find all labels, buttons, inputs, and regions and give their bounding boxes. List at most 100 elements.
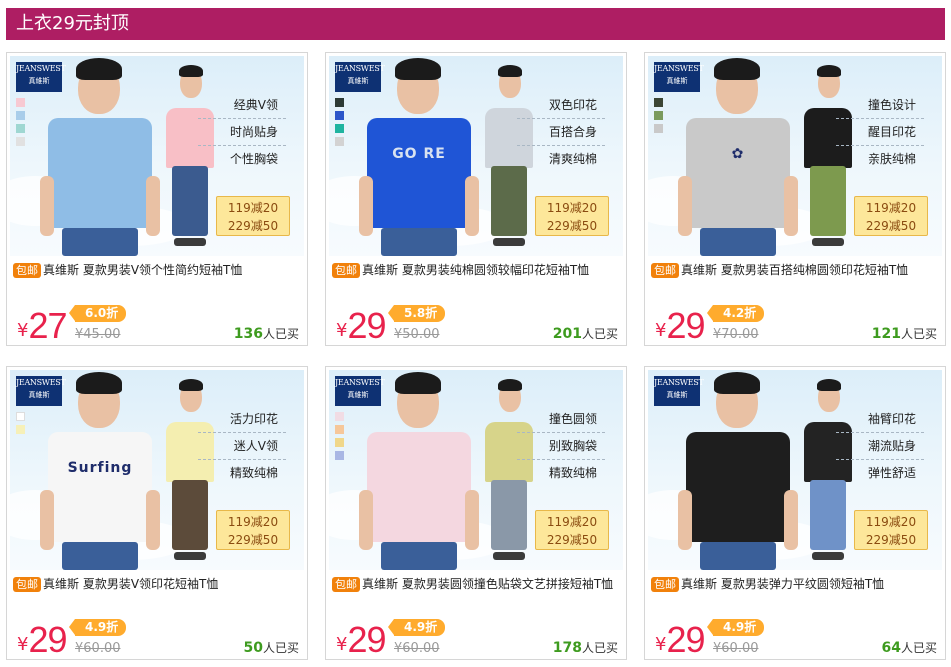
sold-number: 201 bbox=[552, 326, 582, 342]
product-title-row[interactable]: 包邮 真维斯 夏款男装V领印花短袖T恤 bbox=[13, 575, 305, 593]
sold-number: 136 bbox=[233, 326, 263, 342]
discount-badge: 4.2折 bbox=[706, 305, 765, 322]
product-title-row[interactable]: 包邮 真维斯 夏款男装圆领撞色贴袋文艺拼接短袖T恤 bbox=[332, 575, 624, 593]
original-price: ¥45.00 bbox=[75, 327, 121, 342]
color-swatch[interactable] bbox=[335, 124, 344, 133]
promo-line: 229减50 bbox=[865, 533, 917, 547]
price: ¥29 bbox=[336, 619, 387, 661]
feature-label: 弹性舒适 bbox=[867, 466, 916, 480]
product-title[interactable]: 真维斯 夏款男装圆领撞色贴袋文艺拼接短袖T恤 bbox=[362, 577, 613, 591]
color-swatch[interactable] bbox=[16, 412, 25, 421]
product-title[interactable]: 真维斯 夏款男装百搭纯棉圆领印花短袖T恤 bbox=[681, 263, 908, 277]
color-swatch[interactable] bbox=[16, 124, 25, 133]
feature-label: 撞色设计 bbox=[836, 92, 924, 119]
promo-line: 119减20 bbox=[227, 515, 279, 529]
product-image[interactable]: JEANSWEST 真維斯 ✿ 撞色设计 醒目印花 亲肤纯棉 119减20 22… bbox=[648, 56, 942, 256]
feature-label: 迷人V领 bbox=[198, 433, 286, 460]
promo-coupon[interactable]: 119减20 229减50 bbox=[216, 196, 290, 236]
color-swatch[interactable] bbox=[335, 451, 344, 460]
price: ¥29 bbox=[17, 619, 68, 661]
price-value: 27 bbox=[28, 305, 67, 346]
color-swatch[interactable] bbox=[654, 124, 663, 133]
free-shipping-badge: 包邮 bbox=[332, 263, 360, 278]
sold-count: 50人已买 bbox=[244, 639, 300, 656]
color-swatches bbox=[335, 412, 344, 464]
product-card[interactable]: JEANSWEST 真維斯 ✿ 撞色设计 醒目印花 亲肤纯棉 119减20 22… bbox=[644, 52, 946, 346]
promo-line: 119减20 bbox=[227, 201, 279, 215]
price: ¥27 bbox=[17, 305, 68, 347]
color-swatch[interactable] bbox=[654, 111, 663, 120]
product-title[interactable]: 真维斯 夏款男装纯棉圆领较幅印花短袖T恤 bbox=[362, 263, 589, 277]
product-title[interactable]: 真维斯 夏款男装V领个性简约短袖T恤 bbox=[43, 263, 242, 277]
color-swatch[interactable] bbox=[335, 137, 344, 146]
currency-symbol: ¥ bbox=[336, 634, 348, 655]
color-swatches bbox=[16, 98, 25, 150]
price: ¥29 bbox=[655, 619, 706, 661]
discount-badge: 5.8折 bbox=[387, 305, 446, 322]
product-image[interactable]: JEANSWEST 真維斯 GO RE 双色印花 百搭合身 清爽纯棉 119减2… bbox=[329, 56, 623, 256]
promo-line: 229减50 bbox=[227, 219, 279, 233]
product-title[interactable]: 真维斯 夏款男装V领印花短袖T恤 bbox=[43, 577, 218, 591]
main-model bbox=[40, 56, 160, 256]
color-swatch[interactable] bbox=[335, 438, 344, 447]
product-title-row[interactable]: 包邮 真维斯 夏款男装百搭纯棉圆领印花短袖T恤 bbox=[651, 261, 943, 279]
free-shipping-badge: 包邮 bbox=[13, 263, 41, 278]
currency-symbol: ¥ bbox=[655, 320, 667, 341]
shirt-print: Surfing bbox=[67, 460, 133, 476]
feature-list: 双色印花 百搭合身 清爽纯棉 bbox=[517, 92, 605, 173]
product-image[interactable]: JEANSWEST 真維斯 袖臂印花 潮流贴身 弹性舒适 119减20 229减… bbox=[648, 370, 942, 570]
original-price: ¥50.00 bbox=[394, 327, 440, 342]
product-title-row[interactable]: 包邮 真维斯 夏款男装弹力平纹圆领短袖T恤 bbox=[651, 575, 943, 593]
feature-list: 袖臂印花 潮流贴身 弹性舒适 bbox=[836, 406, 924, 487]
product-title[interactable]: 真维斯 夏款男装弹力平纹圆领短袖T恤 bbox=[681, 577, 884, 591]
promo-coupon[interactable]: 119减20 229减50 bbox=[535, 196, 609, 236]
main-model bbox=[678, 370, 798, 570]
promo-line: 119减20 bbox=[546, 515, 598, 529]
promo-coupon[interactable]: 119减20 229减50 bbox=[854, 510, 928, 550]
promo-coupon[interactable]: 119减20 229减50 bbox=[854, 196, 928, 236]
product-card[interactable]: JEANSWEST 真維斯 经典V领 时尚贴身 个性胸袋 119减20 229减… bbox=[6, 52, 308, 346]
color-swatch[interactable] bbox=[654, 98, 663, 107]
product-card[interactable]: JEANSWEST 真維斯 Surfing 活力印花 迷人V领 精致纯棉 119… bbox=[6, 366, 308, 660]
color-swatch[interactable] bbox=[335, 425, 344, 434]
color-swatch[interactable] bbox=[16, 111, 25, 120]
feature-label: 亲肤纯棉 bbox=[867, 152, 916, 166]
discount-badge: 6.0折 bbox=[68, 305, 127, 322]
product-card[interactable]: JEANSWEST 真維斯 撞色圆领 别致胸袋 精致纯棉 119减20 229减… bbox=[325, 366, 627, 660]
promo-line: 229减50 bbox=[227, 533, 279, 547]
product-image[interactable]: JEANSWEST 真維斯 Surfing 活力印花 迷人V领 精致纯棉 119… bbox=[10, 370, 304, 570]
color-swatch[interactable] bbox=[335, 98, 344, 107]
promo-line: 119减20 bbox=[865, 515, 917, 529]
product-card[interactable]: JEANSWEST 真維斯 袖臂印花 潮流贴身 弹性舒适 119减20 229减… bbox=[644, 366, 946, 660]
product-image[interactable]: JEANSWEST 真維斯 经典V领 时尚贴身 个性胸袋 119减20 229减… bbox=[10, 56, 304, 256]
feature-label: 时尚贴身 bbox=[198, 119, 286, 146]
product-title-row[interactable]: 包邮 真维斯 夏款男装V领个性简约短袖T恤 bbox=[13, 261, 305, 279]
sold-number: 121 bbox=[871, 326, 901, 342]
original-price: ¥70.00 bbox=[713, 327, 759, 342]
sold-number: 50 bbox=[243, 640, 263, 656]
currency-symbol: ¥ bbox=[17, 320, 29, 341]
currency-symbol: ¥ bbox=[336, 320, 348, 341]
free-shipping-badge: 包邮 bbox=[651, 263, 679, 278]
original-price: ¥60.00 bbox=[75, 641, 121, 656]
feature-list: 经典V领 时尚贴身 个性胸袋 bbox=[198, 92, 286, 173]
price-value: 29 bbox=[666, 619, 705, 660]
color-swatch[interactable] bbox=[16, 98, 25, 107]
color-swatch[interactable] bbox=[16, 137, 25, 146]
main-shirt bbox=[686, 118, 790, 228]
color-swatches bbox=[16, 412, 25, 438]
feature-list: 撞色设计 醒目印花亲肤纯棉 bbox=[836, 92, 924, 173]
product-title-row[interactable]: 包邮 真维斯 夏款男装纯棉圆领较幅印花短袖T恤 bbox=[332, 261, 624, 279]
sold-suffix: 人已买 bbox=[262, 327, 299, 341]
color-swatches bbox=[335, 98, 344, 150]
promo-coupon[interactable]: 119减20 229减50 bbox=[216, 510, 290, 550]
main-shirt bbox=[48, 118, 152, 228]
product-image[interactable]: JEANSWEST 真維斯 撞色圆领 别致胸袋 精致纯棉 119减20 229减… bbox=[329, 370, 623, 570]
feature-label: 醒目印花 bbox=[836, 119, 924, 146]
sold-count: 136人已买 bbox=[234, 325, 299, 342]
promo-coupon[interactable]: 119减20 229减50 bbox=[535, 510, 609, 550]
color-swatch[interactable] bbox=[335, 412, 344, 421]
color-swatch[interactable] bbox=[16, 425, 25, 434]
color-swatch[interactable] bbox=[335, 111, 344, 120]
product-card[interactable]: JEANSWEST 真維斯 GO RE 双色印花 百搭合身 清爽纯棉 119减2… bbox=[325, 52, 627, 346]
